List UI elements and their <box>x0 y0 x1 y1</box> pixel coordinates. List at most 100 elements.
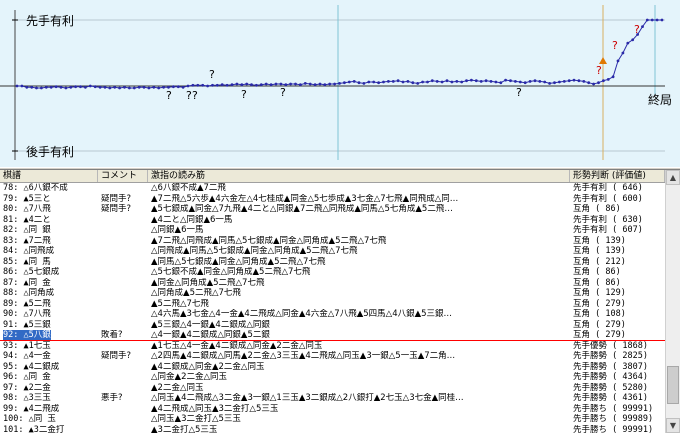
comment-cell <box>98 267 148 278</box>
eval-point <box>553 81 556 85</box>
eval-point <box>215 83 219 87</box>
table-row[interactable]: 80: △7八飛 疑問手? ▲5七銀成▲同金△7九飛▲4二と△同銀▲7二飛△同飛成▲… <box>0 204 665 215</box>
table-row[interactable]: 87: ▲同 金 ▲同金△同角成▲5二飛△7七飛 互角 ( 86) <box>0 278 665 289</box>
table-row[interactable]: 81: ▲4二と ▲4二と△同銀▲6一馬 先手有利 ( 630) <box>0 215 665 226</box>
eval-point <box>40 86 43 90</box>
eval-point <box>274 82 278 86</box>
eval-point <box>323 83 327 87</box>
comment-cell <box>98 414 148 425</box>
table-row-selected[interactable]: 92: △5八銀 敗着? △4一銀▲4二銀成△同銀▲5二銀 互角 ( 279) <box>0 330 665 341</box>
table-row[interactable]: 95: ▲4二銀成 ▲4二銀成△同金▲2二金△同玉 先手勝勢 ( 3807) <box>0 362 665 373</box>
table-row[interactable]: 101: ▲3二金打 ▲3二金打△5三玉 先手勝ち ( 99991) <box>0 425 665 433</box>
column-header-move[interactable]: 棋譜 <box>0 170 98 182</box>
comment-cell <box>98 246 148 257</box>
move-cell: 85: ▲同 馬 <box>3 256 51 267</box>
eval-point <box>79 85 82 89</box>
eval-point <box>514 80 517 83</box>
move-cell: 86: △5七銀成 <box>3 267 60 277</box>
table-row[interactable]: 83: ▲7二飛 ▲7二飛△同飛成▲同馬△5七銀成▲同金△同角成▲5二飛△7七飛 互… <box>0 236 665 247</box>
eval-point <box>450 80 454 84</box>
eval-cell: 先手勝勢 ( 3807) <box>573 361 648 372</box>
eval-point <box>528 80 532 83</box>
eval-point <box>172 85 175 89</box>
eval-cell: 互角 ( 279) <box>573 298 626 309</box>
table-row[interactable]: 85: ▲同 馬 ▲同馬△5七銀成▲同金△同角成▲5二飛△7七飛 互角 ( 212) <box>0 257 665 268</box>
sente-advantage-label: 先手有利 <box>26 14 74 28</box>
table-row[interactable]: 86: △5七銀成 △5七銀不成▲同金△同角成▲5二飛△7七飛 互角 ( 86) <box>0 267 665 278</box>
move-cell: 90: △7八飛 <box>3 309 51 319</box>
move-cell: 98: △3三玉 <box>3 393 51 403</box>
eval-point <box>147 86 151 90</box>
table-row[interactable]: 97: ▲2二金 ▲2二金△同玉 先手勝勢 ( 5280) <box>0 383 665 394</box>
eval-point <box>64 86 68 90</box>
move-cell: 96: △同 金 <box>3 372 51 382</box>
move-cell: 99: ▲4二飛成 <box>3 403 60 414</box>
column-header-comment[interactable]: コメント <box>98 170 148 182</box>
table-row[interactable]: 82: △同 銀 △同銀▲6一馬 先手有利 ( 607) <box>0 225 665 236</box>
scroll-up-button[interactable]: ▲ <box>666 170 680 185</box>
comment-cell <box>98 341 148 352</box>
eval-point <box>142 85 146 89</box>
eval-cell: 先手有利 ( 600) <box>573 193 643 204</box>
vertical-scrollbar[interactable]: ▲ ▼ <box>665 170 680 433</box>
selected-move-label: 92: △5八銀 <box>3 330 51 340</box>
eval-point <box>479 80 483 83</box>
comment-cell <box>98 404 148 415</box>
table-row[interactable]: 98: △3三玉 悪手? △同玉▲4二飛成△3二金▲3一銀△1三玉▲3二銀成△2八銀… <box>0 393 665 404</box>
question-mark: ? <box>596 64 602 77</box>
eval-point <box>602 79 605 83</box>
table-row[interactable]: 90: △7八飛 △4六馬▲3七金△4一金▲4二飛成△同金▲4六金△7八飛▲5四馬… <box>0 309 665 320</box>
scroll-down-button[interactable]: ▼ <box>666 418 680 433</box>
eval-point <box>338 82 341 85</box>
table-row[interactable]: 78: △6八銀不成 △6八銀不成▲7二飛 先手有利 ( 646) <box>0 183 665 194</box>
move-cell: 79: ▲5三と <box>3 193 51 204</box>
eval-cell: 先手有利 ( 646) <box>573 183 643 193</box>
eval-cell: 先手有利 ( 607) <box>573 225 643 235</box>
table-row[interactable]: 99: ▲4二飛成 ▲4二飛成△同玉▲3二金打△5三玉 先手勝ち ( 99991) <box>0 404 665 415</box>
eval-point <box>59 85 63 89</box>
evaluation-graph[interactable]: 先手有利 後手有利 終局 ? ? ? ? ? ? ? ? ? ? <box>0 0 680 167</box>
table-row[interactable]: 94: △4一金 疑問手? △2四馬▲4二銀成△同馬▲2二金△3三玉▲4二飛成△同玉… <box>0 351 665 362</box>
eval-point <box>430 79 434 83</box>
eval-point <box>98 85 102 89</box>
column-header-reading[interactable]: 激指の読み筋 <box>148 170 570 182</box>
table-row[interactable]: 93: ▲1七玉 ▲1七玉△4一金▲4二銀成△同金▲2二金△同玉 先手優勢 ( 18… <box>0 341 665 352</box>
eval-point <box>435 80 439 83</box>
table-row[interactable]: 96: △同 金 △同金▲2二金△同玉 先手勝勢 ( 4364) <box>0 372 665 383</box>
eval-cell: 互角 ( 212) <box>573 256 626 267</box>
eval-point <box>162 85 166 89</box>
eval-cell: 先手勝ち ( 99991) <box>573 403 654 414</box>
eval-point <box>245 82 249 86</box>
table-row[interactable]: 79: ▲5三と 疑問手? ▲7二飛△5六歩▲4六金左△4七桂成▲同金△5七歩成▲3… <box>0 194 665 205</box>
eval-cell: 先手勝ち ( 99991) <box>573 424 654 433</box>
question-mark: ? <box>280 86 286 99</box>
table-row[interactable]: 88: △同角成 △同角成▲5二飛△7七飛 互角 ( 129) <box>0 288 665 299</box>
table-row[interactable]: 100: △同 玉 △同玉▲3二金打△5三玉 先手勝ち ( 99989) <box>0 414 665 425</box>
table-row[interactable]: 91: ▲5三銀 ▲5三銀△4一銀▲4二銀成△同銀 互角 ( 279) <box>0 320 665 331</box>
reading-cell: ▲4二飛成△同玉▲3二金打△5三玉 <box>151 403 279 414</box>
eval-point <box>279 82 283 86</box>
eval-point <box>181 85 185 89</box>
scroll-thumb[interactable] <box>667 366 679 404</box>
eval-point <box>191 83 195 87</box>
column-header-eval[interactable]: 形勢判断 (評価値) <box>570 170 665 182</box>
table-row[interactable]: 89: ▲5二飛 ▲5二飛△7七飛 互角 ( 279) <box>0 299 665 310</box>
eval-point <box>362 82 366 85</box>
eval-cell: 互角 ( 129) <box>573 288 626 298</box>
kifu-list[interactable]: 棋譜 コメント 激指の読み筋 形勢判断 (評価値) 78: △6八銀不成 △6八銀… <box>0 170 680 433</box>
reading-cell: △4六馬▲3七金△4一金▲4二飛成△同金▲4六金△7八飛▲5四馬△4八銀▲5三銀… <box>151 309 453 319</box>
move-cell: 80: △7八飛 <box>3 204 51 214</box>
eval-point <box>631 38 635 42</box>
move-cell: 82: △同 銀 <box>3 225 51 235</box>
eval-point <box>211 83 214 87</box>
eval-point <box>49 85 53 89</box>
table-row[interactable]: 84: △同飛成 △同飛成▲同馬△5七銀成▲同金△同角成▲5二飛△7七飛 互角 ( … <box>0 246 665 257</box>
eval-point <box>318 82 322 86</box>
eval-point <box>548 82 551 85</box>
eval-point <box>484 79 488 83</box>
eval-point <box>455 80 459 83</box>
eval-point <box>372 80 376 84</box>
eval-point <box>391 80 395 83</box>
move-cell: 87: ▲同 金 <box>3 277 51 288</box>
eval-point <box>445 79 449 83</box>
